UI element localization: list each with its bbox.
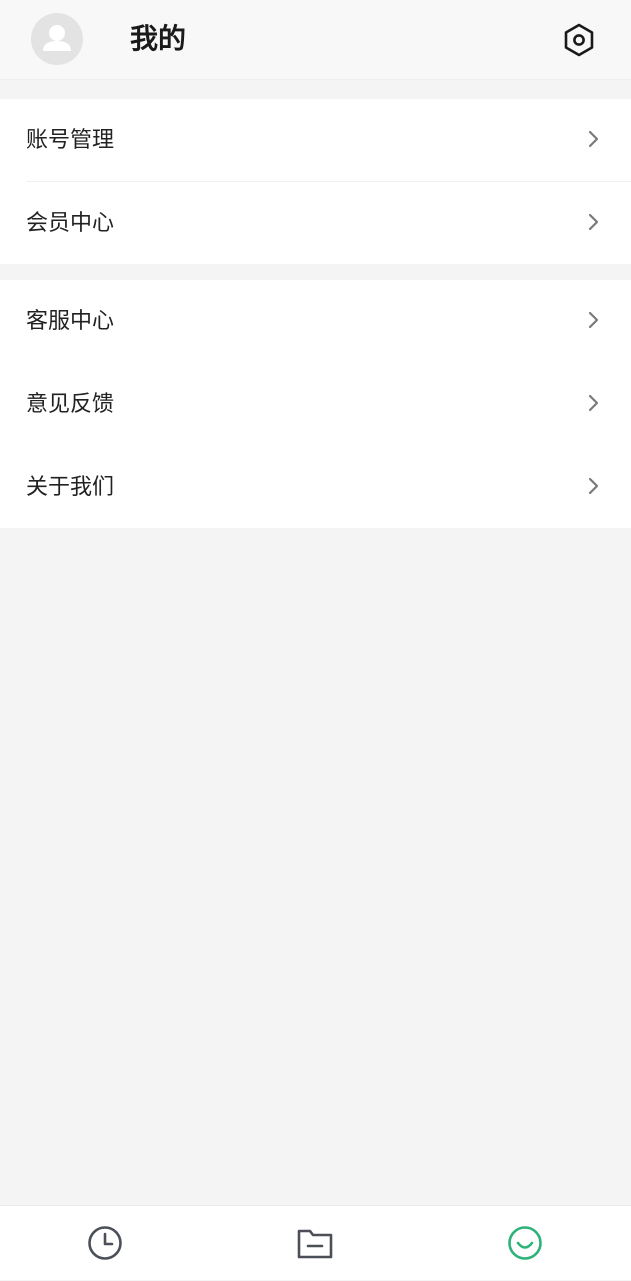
menu-item-label: 账号管理 [26,128,115,153]
menu-group-support: 客服中心 意见反馈 关于我们 [0,280,631,528]
bottom-tab-bar [0,1205,631,1280]
menu-item-label: 客服中心 [26,309,115,334]
chevron-right-icon [588,311,599,329]
menu-group-account: 账号管理 会员中心 [0,99,631,264]
folder-icon [297,1229,333,1259]
menu-item-customer-service[interactable]: 客服中心 [0,280,631,363]
menu-item-label: 意见反馈 [26,392,115,417]
settings-button[interactable] [559,20,599,60]
clock-icon [88,1226,122,1260]
chevron-right-icon [588,213,599,231]
page-title: 我的 [130,22,187,55]
menu-item-label: 会员中心 [26,211,115,236]
tab-mine[interactable] [420,1206,630,1281]
user-avatar-icon[interactable] [31,13,83,65]
top-header: 我的 [0,0,631,80]
tab-files[interactable] [210,1206,420,1281]
menu-item-member-center[interactable]: 会员中心 [0,182,631,265]
menu-item-feedback[interactable]: 意见反馈 [0,363,631,446]
chevron-right-icon [588,394,599,412]
menu-item-about-us[interactable]: 关于我们 [0,446,631,529]
menu-item-account-management[interactable]: 账号管理 [0,99,631,182]
tab-history[interactable] [0,1206,210,1281]
settings-hexagon-icon [564,23,594,57]
smile-icon [508,1226,542,1260]
chevron-right-icon [588,477,599,495]
menu-item-label: 关于我们 [26,475,115,500]
chevron-right-icon [588,130,599,148]
